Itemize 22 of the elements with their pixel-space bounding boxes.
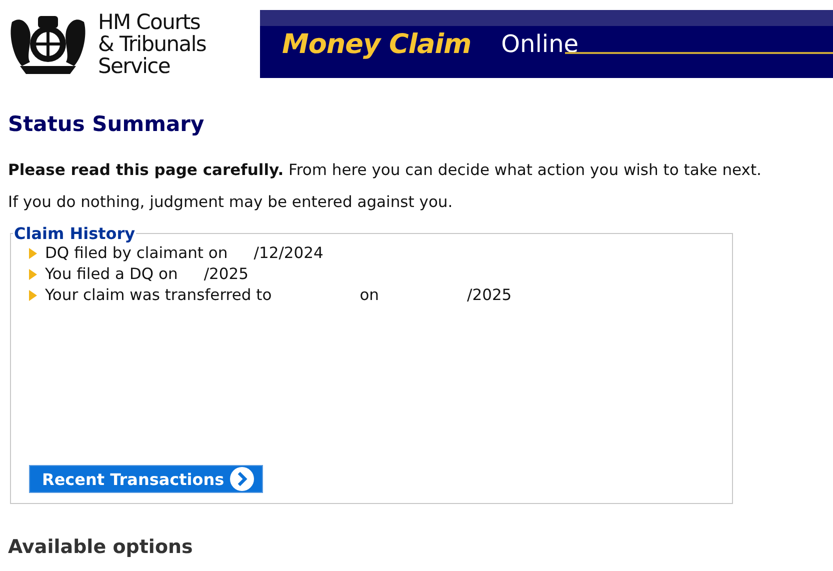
page-title: Status Summary <box>8 112 206 136</box>
history-text: /12/2024 <box>254 243 324 264</box>
history-text: You filed a DQ on <box>45 264 178 285</box>
history-text: DQ filed by claimant on <box>45 243 228 264</box>
section-heading: Available options <box>8 536 194 558</box>
history-text: /2025 <box>467 285 512 306</box>
bullet-icon <box>29 290 37 301</box>
warning-text: If you do nothing, judgment may be entered against you. <box>8 192 454 212</box>
organisation-name: HM Courts <box>98 11 202 33</box>
organisation-name: Service <box>98 55 172 77</box>
banner-subtitle: Online <box>501 30 579 58</box>
panel-legend: Claim History <box>13 224 136 243</box>
bullet-icon <box>29 269 37 280</box>
banner-title: Money Claim <box>282 28 472 60</box>
chevron-icon <box>230 467 254 491</box>
history-text: /2025 <box>204 264 248 285</box>
history-text: on <box>360 285 379 306</box>
organisation-name: & Tribunals <box>98 33 206 55</box>
bullet-icon <box>29 248 37 259</box>
intro-text: Please read this page carefully. From here you can decide what action you wish to take next. <box>8 160 762 180</box>
history-text: Your claim was transferred to <box>45 285 272 306</box>
recent-transactions-button[interactable]: Recent Transactions <box>29 465 264 493</box>
